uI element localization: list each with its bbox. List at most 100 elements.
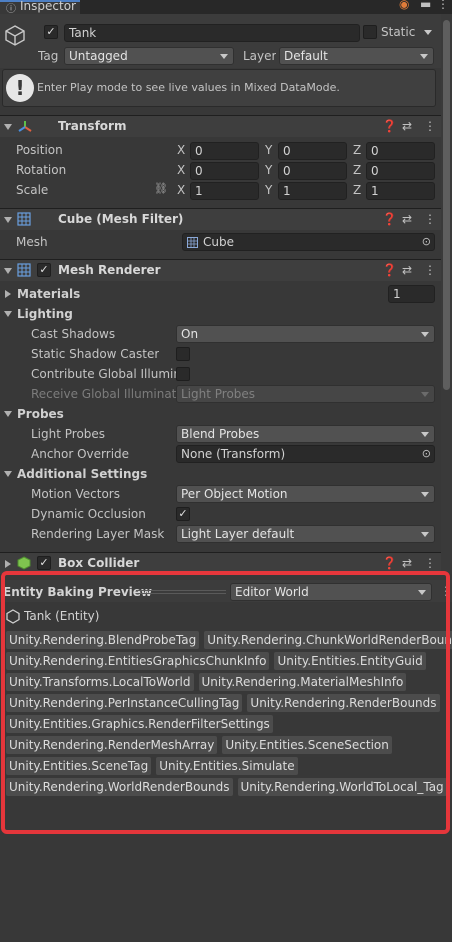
kebab-icon[interactable]: ⋮	[424, 263, 436, 277]
foldout-arrow-icon[interactable]	[4, 124, 12, 130]
help-icon[interactable]: ❓	[382, 119, 397, 133]
warning-icon: !	[6, 74, 34, 102]
kebab-icon[interactable]: ⋮	[424, 556, 436, 570]
lighting-foldout-icon[interactable]	[4, 311, 12, 317]
layer-dropdown[interactable]: Default	[279, 47, 434, 65]
static-label: Static	[381, 25, 416, 39]
anchor-override-field[interactable]: None (Transform) ⊙	[176, 445, 435, 463]
dynamic-occlusion-checkbox[interactable]: ✓	[176, 507, 190, 521]
rendering-layer-dropdown[interactable]: Light Layer default	[176, 525, 435, 543]
rotation-z-field[interactable]: 0	[366, 162, 435, 180]
scale-z-field[interactable]: 1	[366, 182, 435, 200]
cast-shadows-dropdown[interactable]: On	[176, 325, 435, 343]
box-collider-enabled-checkbox[interactable]: ✓	[37, 556, 51, 570]
help-icon[interactable]: ❓	[382, 212, 397, 226]
kebab-icon[interactable]: ⋮	[424, 212, 436, 226]
additional-settings-foldout-icon[interactable]	[4, 471, 12, 477]
light-probes-dropdown[interactable]: Blend Probes	[176, 425, 435, 443]
chevron-down-icon	[421, 392, 429, 397]
rotation-label: Rotation	[16, 163, 67, 177]
materials-foldout-icon[interactable]	[5, 290, 11, 298]
rotation-z-label[interactable]: Z	[353, 163, 361, 177]
motion-vectors-label: Motion Vectors	[31, 487, 120, 501]
materials-count-field[interactable]: 1	[388, 285, 435, 303]
receive-gi-value: Light Probes	[181, 387, 256, 401]
scale-x-field[interactable]: 1	[190, 182, 259, 200]
static-shadow-checkbox[interactable]	[176, 347, 190, 361]
mesh-filter-icon	[17, 212, 31, 229]
box-collider-title: Box Collider	[58, 556, 140, 570]
preset-icon[interactable]: ⇄	[402, 263, 412, 277]
anchor-override-label: Anchor Override	[31, 447, 130, 461]
mesh-renderer-enabled-checkbox[interactable]: ✓	[37, 263, 51, 277]
cast-shadows-value: On	[181, 327, 199, 341]
foldout-arrow-icon[interactable]	[4, 268, 12, 274]
mesh-label: Mesh	[16, 235, 48, 249]
active-checkbox[interactable]: ✓	[44, 25, 58, 39]
probes-label[interactable]: Probes	[17, 407, 64, 421]
light-probes-value: Blend Probes	[181, 427, 260, 441]
scale-z-label[interactable]: Z	[353, 183, 361, 197]
foldout-arrow-icon[interactable]	[5, 560, 11, 568]
position-y-label[interactable]: Y	[265, 143, 272, 157]
constrain-proportions-icon[interactable]: ⛓	[154, 182, 168, 195]
transform-header[interactable]: Transform ❓ ⇄ ⋮	[0, 115, 441, 137]
tab-inspector[interactable]: ⓘ Inspector	[0, 0, 80, 15]
help-icon[interactable]: ❓	[382, 556, 397, 570]
rotation-x-field[interactable]: 0	[190, 162, 259, 180]
lock-icon[interactable]: ◉	[399, 0, 409, 11]
additional-settings-label[interactable]: Additional Settings	[17, 467, 147, 481]
static-dropdown-arrow-icon[interactable]	[424, 30, 432, 35]
materials-label[interactable]: Materials	[17, 287, 80, 301]
tag-label: Tag	[38, 49, 59, 63]
layer-value: Default	[284, 49, 328, 63]
position-z-label[interactable]: Z	[353, 143, 361, 157]
position-x-field[interactable]: 0	[190, 142, 259, 160]
scale-y-field[interactable]: 1	[278, 182, 347, 200]
tag-dropdown[interactable]: Untagged	[64, 47, 234, 65]
transform-icon	[17, 119, 33, 138]
rotation-y-label[interactable]: Y	[265, 163, 272, 177]
scale-x-label[interactable]: X	[177, 183, 185, 197]
contribute-gi-checkbox[interactable]	[176, 367, 190, 381]
inspector-tab-icon: ⓘ	[6, 4, 16, 15]
foldout-arrow-icon[interactable]	[4, 217, 12, 223]
probes-foldout-icon[interactable]	[4, 411, 12, 417]
tag-value: Untagged	[69, 49, 128, 63]
preset-icon[interactable]: ⇄	[402, 556, 412, 570]
dynamic-occlusion-label: Dynamic Occlusion	[31, 507, 146, 521]
motion-vectors-dropdown[interactable]: Per Object Motion	[176, 485, 435, 503]
scale-label: Scale	[16, 183, 49, 197]
position-z-field[interactable]: 0	[366, 142, 435, 160]
mesh-filter-header[interactable]: Cube (Mesh Filter) ❓ ⇄ ⋮	[0, 208, 441, 230]
help-icon[interactable]: ❓	[382, 263, 397, 277]
chevron-down-icon	[420, 54, 428, 59]
tab-label: Inspector	[20, 0, 76, 13]
preset-icon[interactable]: ⇄	[402, 212, 412, 226]
gameobject-name-field[interactable]: Tank	[64, 24, 360, 42]
mesh-field[interactable]: Cube ⊙	[182, 233, 435, 251]
position-y-field[interactable]: 0	[278, 142, 347, 160]
object-picker-icon[interactable]: ⊙	[422, 234, 431, 250]
lighting-label[interactable]: Lighting	[17, 307, 73, 321]
scrollbar-thumb[interactable]	[443, 20, 450, 390]
rotation-x-label[interactable]: X	[177, 163, 185, 177]
static-shadow-label: Static Shadow Caster	[31, 347, 160, 361]
mesh-filter-title: Cube (Mesh Filter)	[58, 212, 184, 226]
object-picker-icon[interactable]: ⊙	[422, 446, 431, 462]
panel-kebab-icon[interactable]: ⋮	[437, 0, 449, 11]
cast-shadows-label: Cast Shadows	[31, 327, 116, 341]
scale-y-label[interactable]: Y	[265, 183, 272, 197]
rotation-y-field[interactable]: 0	[278, 162, 347, 180]
chevron-down-icon	[220, 54, 228, 59]
panel-menu-icon[interactable]: ▬	[420, 0, 431, 11]
rendering-layer-label: Rendering Layer Mask	[31, 527, 165, 541]
receive-gi-dropdown: Light Probes	[176, 385, 435, 403]
kebab-icon[interactable]: ⋮	[424, 119, 436, 133]
static-checkbox[interactable]	[363, 25, 377, 39]
preset-icon[interactable]: ⇄	[402, 119, 412, 133]
position-x-label[interactable]: X	[177, 143, 185, 157]
mesh-renderer-header[interactable]: ✓ Mesh Renderer ❓ ⇄ ⋮	[0, 259, 441, 281]
light-probes-label: Light Probes	[31, 427, 106, 441]
rendering-layer-value: Light Layer default	[181, 527, 295, 541]
